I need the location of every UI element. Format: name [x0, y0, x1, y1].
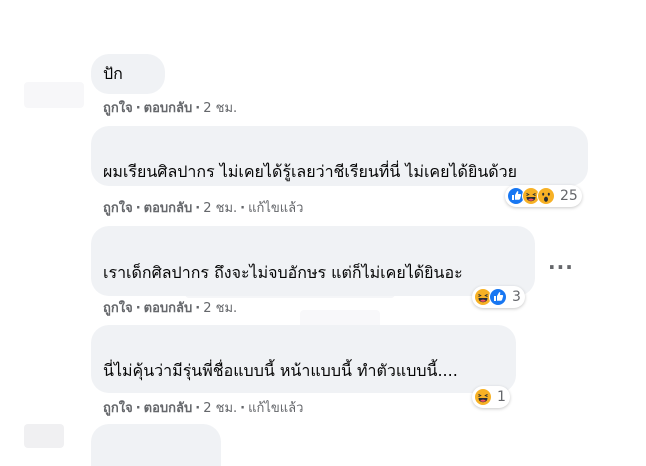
comment-actions: ถูกใจ · ตอบกลับ · 2 ชม. — [103, 101, 238, 116]
comment-actions: ถูกใจ · ตอบกลับ · 2 ชม. · แก้ไขแล้ว — [103, 401, 304, 416]
timestamp[interactable]: 2 ชม. — [203, 201, 237, 216]
more-options-button[interactable]: ... — [548, 252, 574, 272]
reaction-summary[interactable]: 1 — [472, 386, 510, 408]
comment-actions: ถูกใจ · ตอบกลับ · 2 ชม. · แก้ไขแล้ว — [103, 201, 304, 216]
timestamp[interactable]: 2 ชม. — [203, 101, 237, 116]
reply-link[interactable]: ตอบกลับ — [144, 101, 193, 116]
edited-label: แก้ไขแล้ว — [248, 401, 304, 416]
like-link[interactable]: ถูกใจ — [103, 201, 133, 216]
comment-text: เราเด็กศิลปากร ถึงจะไม่จบอักษร แต่ก็ไม่เ… — [103, 263, 463, 282]
comment-text: นี่ไม่คุ้นว่ามีรุ่นพี่ชื่อแบบนี้ หน้าแบบ… — [103, 361, 458, 380]
like-link[interactable]: ถูกใจ — [103, 401, 133, 416]
reaction-count: 25 — [560, 188, 578, 204]
timestamp[interactable]: 2 ชม. — [203, 301, 237, 316]
timestamp[interactable]: 2 ชม. — [203, 401, 237, 416]
comment-bubble — [91, 325, 516, 393]
haha-icon — [474, 388, 492, 406]
reaction-count: 1 — [497, 389, 506, 405]
like-link[interactable]: ถูกใจ — [103, 301, 133, 316]
avatar — [24, 424, 64, 448]
reply-link[interactable]: ตอบกลับ — [144, 401, 193, 416]
reply-link[interactable]: ตอบกลับ — [144, 201, 193, 216]
comments-page: ปัก ถูกใจ · ตอบกลับ · 2 ชม. ผมเรียนศิลปากร ไ… — [0, 0, 646, 466]
reaction-summary[interactable]: 25 — [505, 185, 582, 207]
reaction-count: 3 — [512, 289, 521, 305]
comment-text: ผมเรียนศิลปากร ไม่เคยได้รู้เลยว่าชีเรียน… — [103, 162, 517, 181]
edited-label: แก้ไขแล้ว — [248, 201, 304, 216]
like-icon — [489, 288, 507, 306]
comment-bubble-partial — [91, 424, 221, 466]
wow-icon — [537, 187, 555, 205]
reply-link[interactable]: ตอบกลับ — [144, 301, 193, 316]
redacted-area — [24, 82, 84, 108]
reaction-summary[interactable]: 3 — [472, 286, 525, 308]
comment-text: ปัก — [103, 64, 123, 83]
comment-actions: ถูกใจ · ตอบกลับ · 2 ชม. — [103, 301, 238, 316]
like-link[interactable]: ถูกใจ — [103, 101, 133, 116]
comment-bubble — [91, 226, 535, 296]
